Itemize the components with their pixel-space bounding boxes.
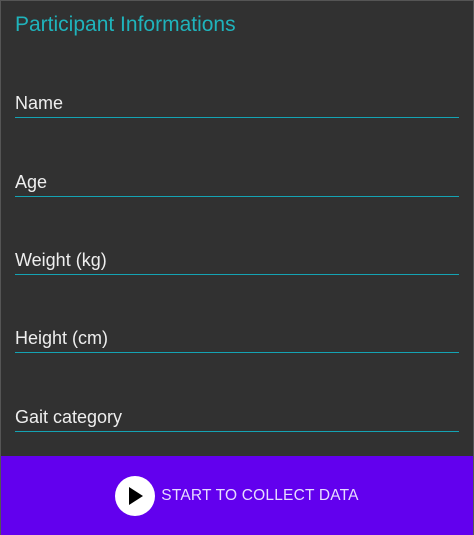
start-collect-data-button[interactable]: START TO COLLECT DATA	[1, 456, 473, 535]
name-field-container	[15, 89, 459, 118]
height-input[interactable]	[15, 324, 459, 352]
play-icon	[115, 475, 156, 516]
play-triangle-icon	[129, 486, 144, 505]
height-field-container	[15, 324, 459, 353]
weight-input[interactable]	[15, 246, 459, 274]
participant-form-screen: Participant Informations START TO COLLEC…	[0, 0, 474, 535]
gait-category-input[interactable]	[15, 403, 459, 431]
age-field-container	[15, 168, 459, 197]
page-title: Participant Informations	[15, 13, 236, 36]
name-input[interactable]	[15, 89, 459, 117]
gait-category-field-container	[15, 403, 459, 432]
age-input[interactable]	[15, 168, 459, 196]
weight-field-container	[15, 246, 459, 275]
start-collect-data-label: START TO COLLECT DATA	[161, 486, 359, 504]
